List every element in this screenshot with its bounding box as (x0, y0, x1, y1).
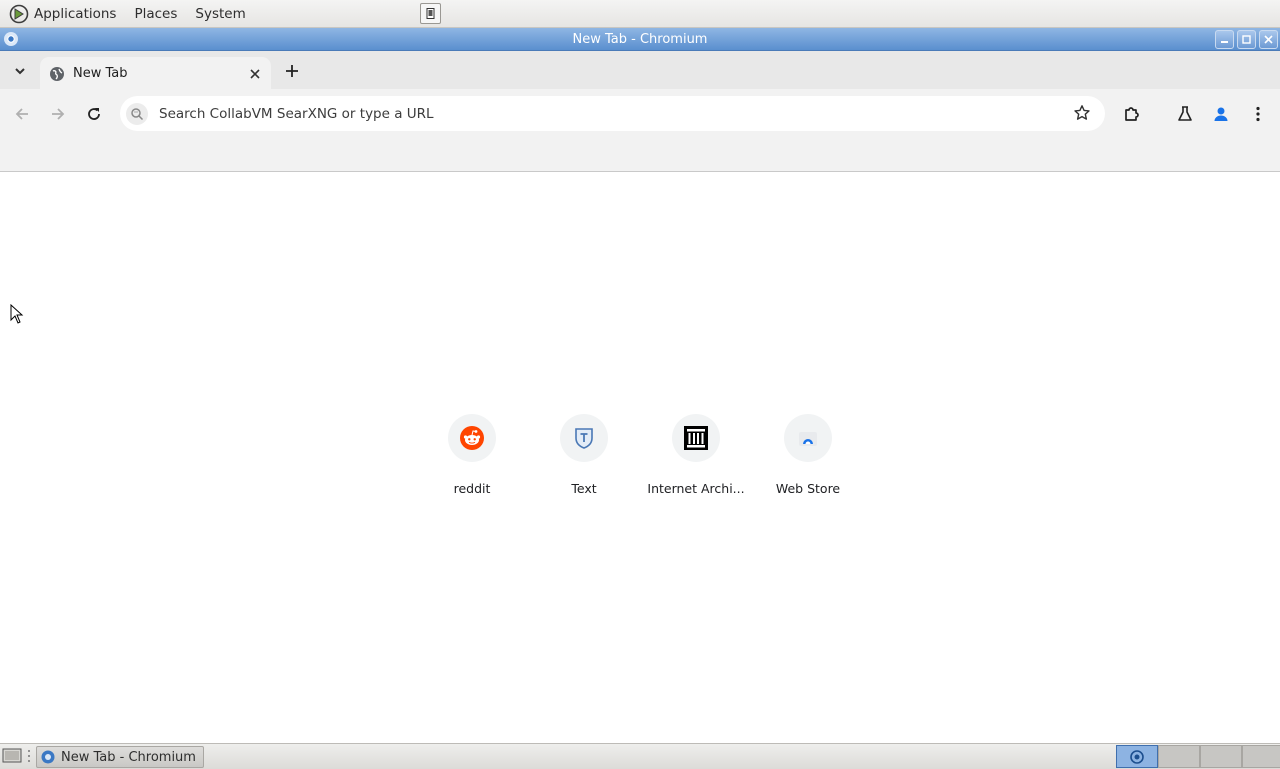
window-title: New Tab - Chromium (572, 31, 708, 47)
archive-building-icon (684, 426, 708, 450)
minimize-button[interactable] (1215, 30, 1234, 49)
mouse-cursor-icon (10, 304, 24, 324)
document-icon (426, 8, 435, 19)
searxng-icon (126, 102, 148, 125)
system-menu[interactable]: System (186, 0, 254, 27)
workspace-2[interactable] (1158, 745, 1200, 768)
shortcut-icon-tile (784, 414, 832, 462)
tab-search-button[interactable] (10, 61, 30, 81)
chevron-down-icon (15, 68, 25, 75)
puzzle-icon (1125, 107, 1139, 121)
plus-icon (286, 65, 298, 77)
applications-menu-label: Applications (34, 5, 117, 22)
system-menu-label: System (195, 5, 246, 22)
text-shield-icon (575, 428, 593, 449)
reload-icon (88, 108, 100, 120)
workspace-4[interactable] (1242, 745, 1280, 768)
shortcut-web-store[interactable]: Web Store (752, 414, 864, 504)
chromium-icon (41, 750, 55, 764)
workspace-switcher (1116, 745, 1280, 768)
shortcut-label: Web Store (775, 481, 841, 496)
tab-close-button[interactable] (247, 66, 263, 82)
tab-title: New Tab (73, 66, 128, 81)
new-tab-page: reddit Text Internet Archi... Web Store (0, 172, 1280, 743)
reddit-icon (460, 426, 484, 450)
forward-button[interactable] (47, 103, 69, 125)
arrow-right-icon (52, 108, 65, 120)
bottom-panel: New Tab - Chromium (0, 743, 1280, 769)
back-button[interactable] (11, 103, 33, 125)
minimize-icon (1221, 41, 1228, 43)
reload-button[interactable] (83, 103, 105, 125)
toolbar-separator (0, 139, 1280, 172)
top-panel: Applications Places System (0, 0, 1280, 28)
window-controls (1215, 30, 1278, 49)
more-vert-icon (1256, 106, 1260, 122)
profile-icon (1214, 107, 1228, 121)
omnibox-input[interactable] (157, 104, 1041, 123)
shortcut-label: Internet Archi... (647, 481, 745, 496)
window-titlebar[interactable]: New Tab - Chromium (0, 28, 1280, 51)
places-menu[interactable]: Places (125, 0, 186, 27)
webstore-icon (799, 432, 817, 446)
browser-toolbar (0, 89, 1280, 139)
labs-button[interactable] (1174, 103, 1196, 125)
maximize-button[interactable] (1237, 30, 1256, 49)
tab-new-tab[interactable]: New Tab (40, 57, 271, 90)
flask-icon (1178, 106, 1192, 121)
arrow-left-icon (15, 108, 28, 120)
shortcut-internet-archive[interactable]: Internet Archi... (640, 414, 752, 504)
panel-handle-icon[interactable] (27, 749, 31, 763)
chromium-icon (4, 32, 18, 46)
close-window-button[interactable] (1259, 30, 1278, 49)
close-icon (1264, 35, 1273, 44)
bookmark-star-icon[interactable] (1073, 104, 1091, 122)
shortcut-label: reddit (453, 481, 491, 496)
taskbar-window-button[interactable]: New Tab - Chromium (36, 746, 204, 768)
places-menu-label: Places (134, 5, 178, 22)
shortcut-icon-tile (448, 414, 496, 462)
taskbar-window-label: New Tab - Chromium (61, 749, 196, 765)
close-icon (250, 68, 260, 79)
show-desktop-icon[interactable] (2, 747, 22, 765)
panel-launcher-button[interactable] (420, 3, 441, 24)
globe-icon (50, 66, 64, 81)
chromium-icon (1130, 749, 1144, 764)
profile-button[interactable] (1210, 103, 1232, 125)
extensions-button[interactable] (1121, 103, 1143, 125)
workspace-1[interactable] (1116, 745, 1158, 768)
omnibox[interactable] (120, 96, 1105, 131)
applications-menu[interactable]: Applications (0, 0, 125, 27)
workspace-3[interactable] (1200, 745, 1242, 768)
shortcut-icon-tile (560, 414, 608, 462)
menu-button[interactable] (1247, 103, 1269, 125)
tab-strip: New Tab (0, 51, 1280, 90)
distro-logo-icon (9, 4, 29, 23)
shortcut-label: Text (571, 481, 597, 496)
shortcut-text[interactable]: Text (528, 414, 640, 504)
new-tab-button[interactable] (282, 61, 302, 81)
shortcut-reddit[interactable]: reddit (416, 414, 528, 504)
shortcut-icon-tile (672, 414, 720, 462)
maximize-icon (1242, 35, 1251, 44)
